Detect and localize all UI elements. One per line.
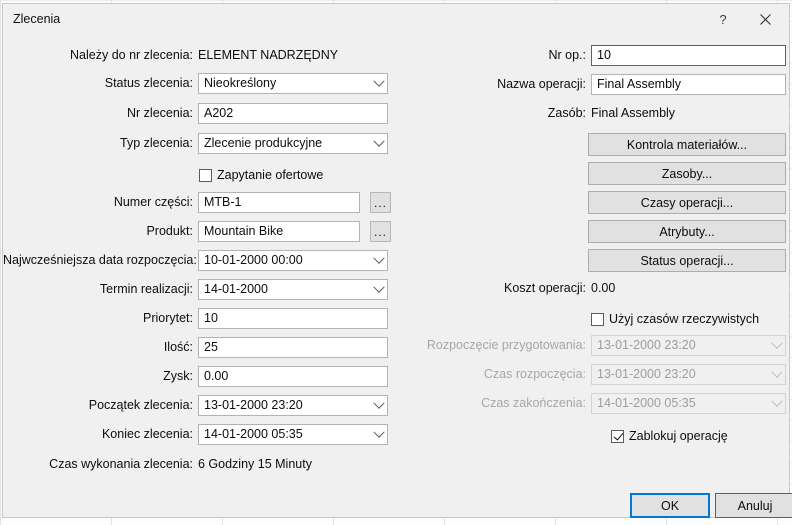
order-status-row: Status zlecenia: Nieokreślony bbox=[3, 73, 393, 94]
product-label: Produkt: bbox=[146, 224, 193, 238]
resources-button[interactable]: Zasoby... bbox=[588, 162, 786, 185]
parent-order-value: ELEMENT NADRZĘDNY bbox=[198, 48, 339, 62]
setup-start-datepicker: 13-01-2000 23:20 bbox=[591, 335, 786, 356]
dialog-titlebar: Zlecenia ? bbox=[3, 4, 789, 35]
earliest-start-row: Najwcześniejsza data rozpoczęcia: 10-01-… bbox=[3, 250, 393, 271]
use-real-times-checkbox[interactable]: Użyj czasów rzeczywistych bbox=[591, 310, 759, 328]
order-end-datepicker[interactable]: 14-01-2000 05:35 bbox=[198, 424, 388, 445]
due-date-label: Termin realizacji: bbox=[99, 282, 193, 296]
due-date-value[interactable]: 14-01-2000 bbox=[198, 279, 388, 300]
profit-label: Zysk: bbox=[163, 369, 193, 383]
quotation-request-checkbox[interactable]: Zapytanie ofertowe bbox=[199, 166, 323, 184]
priority-label: Priorytet: bbox=[142, 311, 193, 325]
dialog-title: Zlecenia bbox=[13, 12, 61, 26]
order-type-label: Typ zlecenia: bbox=[120, 136, 193, 150]
checkbox-box[interactable] bbox=[199, 168, 212, 182]
earliest-start-datepicker[interactable]: 10-01-2000 00:00 bbox=[198, 250, 388, 271]
operation-cost-label: Koszt operacji: bbox=[504, 281, 586, 295]
cancel-button[interactable]: Anuluj bbox=[715, 493, 792, 518]
operation-status-button[interactable]: Status operacji... bbox=[588, 249, 786, 272]
checkbox-box[interactable] bbox=[611, 429, 624, 443]
part-number-input[interactable]: MTB-1 bbox=[198, 192, 360, 213]
operation-name-row: Nazwa operacji: Final Assembly bbox=[393, 74, 788, 95]
order-status-select[interactable]: Nieokreślony bbox=[198, 73, 388, 94]
profit-row: Zysk: 0.00 bbox=[3, 366, 393, 387]
priority-input[interactable]: 10 bbox=[198, 308, 388, 329]
quantity-label: Ilość: bbox=[163, 340, 193, 354]
operation-cost-value: 0.00 bbox=[591, 281, 616, 295]
product-input[interactable]: Mountain Bike bbox=[198, 221, 360, 242]
end-time-datepicker: 14-01-2000 05:35 bbox=[591, 393, 786, 414]
order-end-row: Koniec zlecenia: 14-01-2000 05:35 bbox=[3, 424, 393, 445]
order-number-input[interactable]: A202 bbox=[198, 103, 388, 124]
parent-order-label: Należy do nr zlecenia: bbox=[70, 48, 193, 62]
operation-times-button[interactable]: Czasy operacji... bbox=[588, 191, 786, 214]
product-browse-button[interactable]: ... bbox=[370, 221, 391, 242]
order-status-value[interactable]: Nieokreślony bbox=[198, 73, 388, 94]
operation-name-input[interactable]: Final Assembly bbox=[591, 74, 786, 95]
profit-input[interactable]: 0.00 bbox=[198, 366, 388, 387]
resource-label: Zasób: bbox=[547, 106, 586, 120]
due-date-datepicker[interactable]: 14-01-2000 bbox=[198, 279, 388, 300]
part-number-row: Numer części: MTB-1 ... bbox=[3, 192, 403, 213]
close-icon[interactable] bbox=[745, 4, 785, 34]
use-real-times-label: Użyj czasów rzeczywistych bbox=[609, 312, 760, 326]
quantity-input[interactable]: 25 bbox=[198, 337, 388, 358]
start-time-datepicker: 13-01-2000 23:20 bbox=[591, 364, 786, 385]
resource-value: Final Assembly bbox=[591, 106, 676, 120]
setup-start-row: Rozpoczęcie przygotowania: 13-01-2000 23… bbox=[393, 335, 788, 356]
lead-time-row: Czas wykonania zlecenia: 6 Godziny 15 Mi… bbox=[3, 454, 393, 475]
end-time-row: Czas zakończenia: 14-01-2000 05:35 bbox=[393, 393, 788, 414]
operation-number-row: Nr op.: 10 bbox=[393, 45, 788, 66]
order-number-row: Nr zlecenia: A202 bbox=[3, 103, 393, 124]
order-end-value[interactable]: 14-01-2000 05:35 bbox=[198, 424, 388, 445]
order-number-label: Nr zlecenia: bbox=[127, 106, 193, 120]
zlecenia-dialog: Zlecenia ? Należy do nr zlecenia: ELEMEN… bbox=[2, 3, 792, 518]
order-type-select[interactable]: Zlecenie produkcyjne bbox=[198, 133, 388, 154]
lead-time-label: Czas wykonania zlecenia: bbox=[49, 457, 193, 471]
setup-start-label: Rozpoczęcie przygotowania: bbox=[426, 338, 586, 352]
operation-name-label: Nazwa operacji: bbox=[497, 77, 586, 91]
start-time-label: Czas rozpoczęcia: bbox=[483, 367, 586, 381]
lead-time-value: 6 Godziny 15 Minuty bbox=[198, 457, 312, 471]
product-row: Produkt: Mountain Bike ... bbox=[3, 221, 403, 242]
operation-number-input[interactable]: 10 bbox=[591, 45, 786, 66]
lock-operation-label: Zablokuj operację bbox=[629, 429, 728, 443]
priority-row: Priorytet: 10 bbox=[3, 308, 393, 329]
order-start-value[interactable]: 13-01-2000 23:20 bbox=[198, 395, 388, 416]
order-start-datepicker[interactable]: 13-01-2000 23:20 bbox=[198, 395, 388, 416]
operation-number-label: Nr op.: bbox=[548, 48, 586, 62]
order-type-value[interactable]: Zlecenie produkcyjne bbox=[198, 133, 388, 154]
attributes-button[interactable]: Atrybuty... bbox=[588, 220, 786, 243]
quantity-row: Ilość: 25 bbox=[3, 337, 393, 358]
start-time-value: 13-01-2000 23:20 bbox=[591, 364, 786, 385]
part-number-label: Numer części: bbox=[113, 195, 193, 209]
order-type-row: Typ zlecenia: Zlecenie produkcyjne bbox=[3, 133, 393, 154]
material-control-button[interactable]: Kontrola materiałów... bbox=[588, 133, 786, 156]
end-time-label: Czas zakończenia: bbox=[481, 396, 586, 410]
order-status-label: Status zlecenia: bbox=[104, 76, 193, 90]
end-time-value: 14-01-2000 05:35 bbox=[591, 393, 786, 414]
earliest-start-label: Najwcześniejsza data rozpoczęcia: bbox=[3, 253, 197, 267]
checkbox-box[interactable] bbox=[591, 312, 604, 326]
quotation-request-label: Zapytanie ofertowe bbox=[217, 168, 324, 182]
resource-row: Zasób: Final Assembly bbox=[393, 103, 788, 124]
part-number-browse-button[interactable]: ... bbox=[370, 192, 391, 213]
lock-operation-checkbox[interactable]: Zablokuj operację bbox=[611, 427, 728, 445]
order-start-label: Początek zlecenia: bbox=[88, 398, 193, 412]
setup-start-value: 13-01-2000 23:20 bbox=[591, 335, 786, 356]
start-time-row: Czas rozpoczęcia: 13-01-2000 23:20 bbox=[393, 364, 788, 385]
earliest-start-value[interactable]: 10-01-2000 00:00 bbox=[198, 250, 388, 271]
order-end-label: Koniec zlecenia: bbox=[101, 427, 193, 441]
parent-order-row: Należy do nr zlecenia: ELEMENT NADRZĘDNY bbox=[3, 45, 393, 66]
help-icon[interactable]: ? bbox=[703, 4, 743, 34]
operation-cost-row: Koszt operacji: 0.00 bbox=[393, 278, 788, 299]
ok-button[interactable]: OK bbox=[630, 493, 710, 518]
due-date-row: Termin realizacji: 14-01-2000 bbox=[3, 279, 393, 300]
order-start-row: Początek zlecenia: 13-01-2000 23:20 bbox=[3, 395, 393, 416]
